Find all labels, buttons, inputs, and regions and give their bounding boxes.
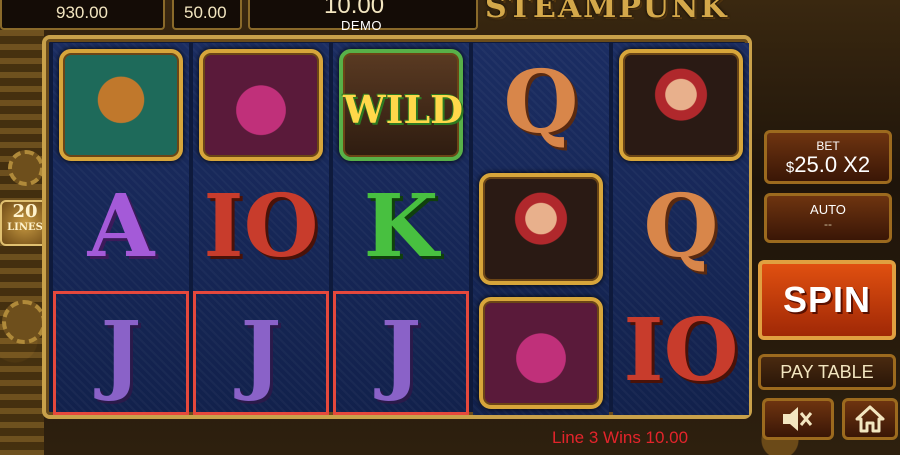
home-button[interactable] <box>842 398 898 440</box>
helmet-symbol <box>59 49 183 161</box>
reel-3: WILD K J <box>333 43 469 415</box>
reel-2: IO J <box>193 43 329 415</box>
letter-symbol: IO <box>623 300 739 401</box>
balance-display: 930.00 <box>0 0 165 30</box>
auto-label: AUTO <box>810 202 846 217</box>
win-value: 10.00 <box>324 0 385 19</box>
auto-value: -- <box>824 217 832 231</box>
sound-toggle-button[interactable] <box>762 398 834 440</box>
win-line-message: Line 3 Wins 10.00 <box>552 428 689 447</box>
total-bet-display: 50.00 <box>172 0 242 30</box>
symbol-cell: A <box>53 167 189 291</box>
reel-grid: A J IO J WILD K J Q Q IO <box>53 43 749 415</box>
symbol-cell <box>53 43 189 167</box>
total-bet-value: 50.00 <box>184 3 227 22</box>
letter-symbol: A <box>87 176 155 277</box>
balance-value: 930.00 <box>56 3 108 22</box>
letter-symbol: Q <box>503 52 579 153</box>
letter-symbol: J <box>240 303 282 404</box>
wild-label: WILD <box>343 87 464 132</box>
pay-table-button[interactable]: PAY TABLE <box>758 354 896 390</box>
auto-button[interactable]: AUTO -- <box>764 193 892 243</box>
symbol-cell <box>613 43 749 167</box>
winning-symbol-cell: J <box>193 291 329 415</box>
spin-button[interactable]: SPIN <box>758 260 896 340</box>
bet-value: 25.0 X2 <box>794 152 871 177</box>
winning-symbol-cell: J <box>333 291 469 415</box>
symbol-cell: IO <box>613 291 749 415</box>
symbol-cell <box>473 291 609 415</box>
game-logo: STEAMPUNK <box>485 0 729 25</box>
symbol-cell: Q <box>473 43 609 167</box>
home-icon <box>855 405 885 433</box>
symbol-cell <box>193 43 329 167</box>
speaker-muted-icon <box>783 407 813 431</box>
reel-4: Q <box>473 43 609 415</box>
lady-symbol <box>479 173 603 285</box>
bet-currency: $ <box>785 159 795 176</box>
camera-symbol <box>479 297 603 409</box>
bet-box[interactable]: BET $25.0 X2 <box>764 130 892 184</box>
wild-symbol: WILD <box>339 49 463 161</box>
camera-symbol <box>199 49 323 161</box>
lady-symbol <box>619 49 743 161</box>
reel-1: AJ <box>53 43 189 415</box>
top-bar: 930.00 50.00 10.00 DEMO STEAMPUNK <box>0 0 900 33</box>
demo-label: DEMO <box>341 18 382 33</box>
symbol-cell: IO <box>193 167 329 291</box>
symbol-cell: K <box>333 167 469 291</box>
symbol-cell: WILD <box>333 43 469 167</box>
letter-symbol: J <box>380 303 422 404</box>
letter-symbol: J <box>100 303 142 404</box>
bet-value-line: $25.0 X2 <box>767 153 889 180</box>
win-display: 10.00 DEMO <box>248 0 478 33</box>
winning-symbol-cell: J <box>53 291 189 415</box>
gear-decoration <box>2 300 46 344</box>
symbol-cell: Q <box>613 167 749 291</box>
letter-symbol: K <box>363 176 439 277</box>
letter-symbol: Q <box>643 176 719 277</box>
gear-decoration <box>8 150 44 186</box>
symbol-cell <box>473 167 609 291</box>
letter-symbol: IO <box>203 176 319 277</box>
bet-label: BET <box>816 139 840 153</box>
reel-5: Q IO <box>613 43 749 415</box>
